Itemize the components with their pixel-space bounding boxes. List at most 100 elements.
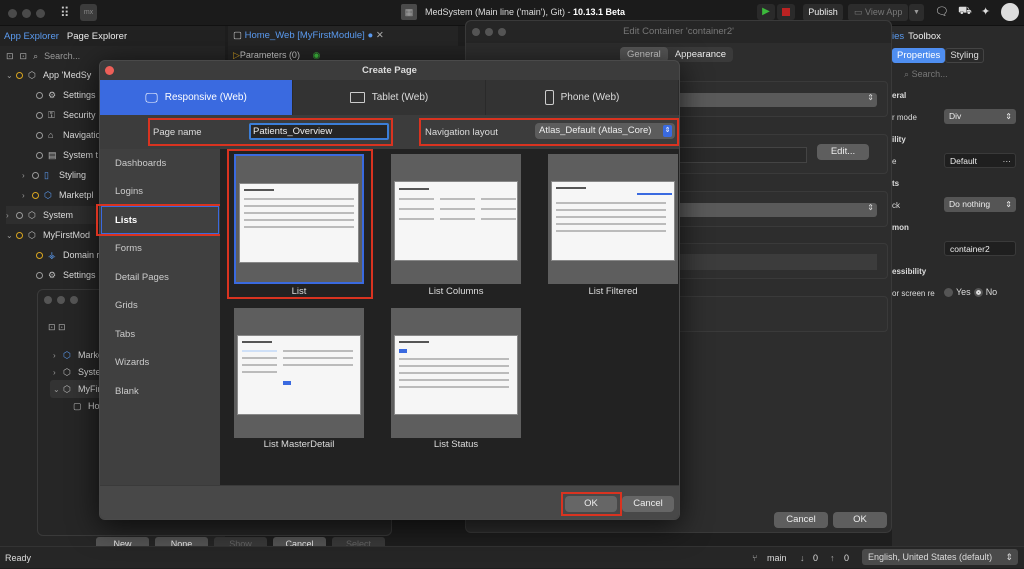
stop-button[interactable] (777, 4, 795, 20)
page-name-input[interactable]: Patients_Overview (249, 123, 389, 140)
tree-item-security[interactable]: ⚿ Security (36, 106, 96, 124)
tab-properties[interactable]: ies (892, 31, 908, 42)
on-click-label: ck (892, 201, 900, 210)
tree-item-styling[interactable]: › ▯ Styling (22, 166, 86, 184)
radio-yes[interactable] (944, 287, 953, 297)
edit-container-ok-button[interactable]: OK (833, 512, 887, 528)
tree-item-domain-model[interactable]: ⚶ Domain r (36, 246, 100, 264)
category-list: Dashboards Logins Lists Forms Detail Pag… (96, 149, 222, 485)
template-list[interactable] (234, 154, 364, 284)
nav-layout-select[interactable]: Atlas_Default (Atlas_Core) ⇕ (535, 123, 675, 139)
category-blank[interactable]: Blank (115, 386, 139, 397)
chevron-down-icon[interactable]: ⌄ (53, 381, 63, 399)
tree-item-app[interactable]: ⌄ ⬡ App 'MedSy (6, 66, 91, 84)
edit-container-cancel-button[interactable]: Cancel (774, 512, 828, 528)
chevron-right-icon[interactable]: › (22, 167, 32, 185)
more-icon[interactable]: ··· (1003, 154, 1012, 169)
tree-label: Styling (59, 170, 87, 180)
property-textbox[interactable] (667, 254, 877, 270)
chevron-down-icon[interactable]: ⌄ (6, 67, 16, 85)
calendar-icon[interactable]: ▦ (401, 4, 417, 20)
category-detail-pages[interactable]: Detail Pages (115, 272, 169, 283)
on-click-select[interactable]: Do nothing (944, 197, 1016, 212)
tab-page-explorer[interactable]: Page Explorer (63, 31, 131, 42)
parameters-label[interactable]: Parameters (0) (240, 50, 300, 60)
tab-appearance[interactable]: Appearance (668, 47, 733, 62)
edit-button[interactable]: Edit... (817, 144, 869, 160)
category-dashboards[interactable]: Dashboards (115, 158, 166, 169)
render-mode-select[interactable]: Div (944, 109, 1016, 124)
window-minimize-button[interactable] (57, 296, 65, 304)
tree-item-system[interactable]: › ⬡ Syste (53, 363, 101, 381)
window-close-button[interactable] (472, 28, 480, 36)
radio-no[interactable] (973, 287, 983, 297)
name-field[interactable]: container2 (944, 241, 1016, 256)
app-grid-icon[interactable]: ⠿ (60, 6, 70, 20)
run-button[interactable]: ▶ (757, 4, 775, 20)
category-tabs[interactable]: Tabs (115, 329, 135, 340)
collapse-all-icon[interactable]: ⊡ (6, 51, 14, 62)
chevron-right-icon[interactable]: › (6, 207, 16, 225)
subtab-styling[interactable]: Styling (945, 48, 984, 63)
property-select[interactable] (667, 203, 877, 217)
ok-button[interactable]: OK (565, 496, 617, 512)
property-textbox[interactable] (667, 147, 807, 163)
view-app-button[interactable]: ▭ View App (848, 4, 908, 21)
chevron-down-icon[interactable]: ⌄ (6, 227, 16, 245)
collapse-all-icon[interactable]: ⊡ ⊡ (48, 322, 66, 333)
publish-button[interactable]: Publish (803, 4, 843, 21)
subtab-properties[interactable]: Properties (892, 48, 946, 63)
tab-toolbox[interactable]: Toolbox (908, 31, 941, 42)
view-app-dropdown[interactable]: ▼ (909, 4, 924, 21)
tab-tablet-web[interactable]: Tablet (Web) (293, 80, 486, 115)
tab-label: Tablet (Web) (371, 92, 429, 103)
category-grids[interactable]: Grids (115, 300, 138, 311)
visible-field[interactable]: Default ··· (944, 153, 1016, 168)
category-lists[interactable]: Lists (115, 215, 137, 226)
window-maximize-button[interactable] (498, 28, 506, 36)
marketplace-cart-icon[interactable]: ⛟ (958, 5, 972, 19)
window-maximize-button[interactable] (36, 9, 45, 18)
close-icon[interactable]: ✕ (376, 30, 384, 41)
template-list-filtered[interactable] (548, 154, 678, 284)
search-input[interactable]: Search... (44, 51, 80, 61)
property-select[interactable] (667, 93, 877, 107)
tree-item-module-settings[interactable]: ⚙ Settings (36, 266, 96, 284)
template-list-columns[interactable] (391, 154, 521, 284)
language-select[interactable]: English, United States (default) (862, 549, 1018, 565)
tree-item-navigation[interactable]: ⌂ Navigatio (36, 126, 101, 144)
sparkle-icon[interactable]: ✦ (981, 5, 990, 18)
branch-name[interactable]: main (767, 547, 787, 569)
properties-search[interactable]: ⌕ Search... (904, 69, 948, 80)
template-list-status[interactable] (391, 308, 521, 438)
template-list-masterdetail[interactable] (234, 308, 364, 438)
window-minimize-button[interactable] (22, 9, 31, 18)
category-forms[interactable]: Forms (115, 243, 142, 254)
tree-item-marketplace[interactable]: › ⬡ Marke (53, 346, 103, 364)
eye-icon[interactable]: ◉ (312, 50, 320, 60)
tab-app-explorer[interactable]: App Explorer (0, 31, 63, 42)
tab-responsive-web[interactable]: 🖵 Responsive (Web) (100, 80, 293, 115)
tab-phone-web[interactable]: Phone (Web) (486, 80, 679, 115)
feedback-icon[interactable]: 🗨 (935, 5, 949, 18)
category-logins[interactable]: Logins (115, 186, 143, 197)
cancel-button[interactable]: Cancel (622, 496, 674, 512)
editor-tab-home-web[interactable]: ▢ Home_Web [MyFirstModule] ● ✕ (228, 26, 458, 46)
status-dot (16, 72, 23, 80)
tree-item-marketplace[interactable]: › ⬡ Marketpl (22, 186, 94, 204)
window-close-button[interactable] (44, 296, 52, 304)
window-close-button[interactable] (8, 9, 17, 18)
status-dot (36, 112, 43, 120)
avatar[interactable] (1001, 3, 1019, 21)
tree-label: System t (63, 150, 99, 160)
category-wizards[interactable]: Wizards (115, 357, 149, 368)
tree-item-myfirstmodule[interactable]: ⌄ ⬡ MyFirstMod (6, 226, 90, 244)
dialog-close-button[interactable] (105, 66, 114, 75)
expand-all-icon[interactable]: ⊡ (20, 51, 28, 62)
window-maximize-button[interactable] (70, 296, 78, 304)
chevron-right-icon[interactable]: › (22, 187, 32, 205)
window-minimize-button[interactable] (485, 28, 493, 36)
template-preview (239, 183, 359, 263)
tree-item-system-texts[interactable]: ▤ System t (36, 146, 98, 164)
tree-item-settings[interactable]: ⚙ Settings (36, 86, 96, 104)
